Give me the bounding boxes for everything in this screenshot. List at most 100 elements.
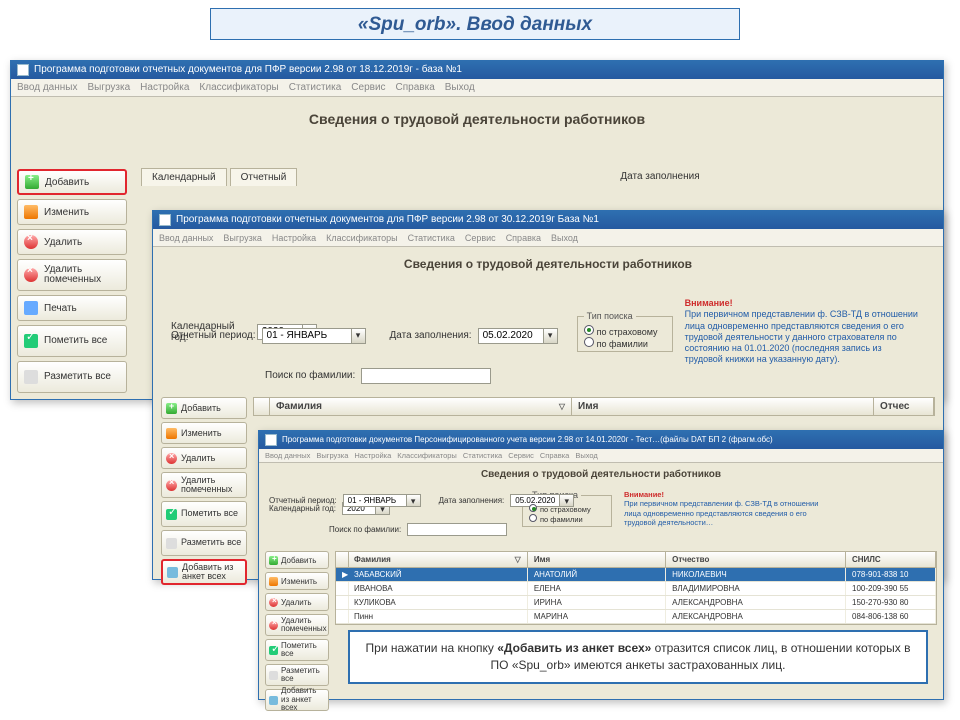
fill-date-select[interactable]: ▾ xyxy=(510,494,574,507)
menu-item[interactable]: Настройка xyxy=(272,233,316,243)
sort-icon: ▽ xyxy=(559,402,565,411)
col-patronymic[interactable]: Отчес xyxy=(880,401,909,412)
menu-item[interactable]: Справка xyxy=(396,82,435,93)
menu-item[interactable]: Выгрузка xyxy=(87,82,130,93)
grid-header: Фамилия▽ Имя Отчество СНИЛС xyxy=(335,551,937,568)
menu-item[interactable]: Ввод данных xyxy=(265,451,310,460)
mark-all-button[interactable]: Пометить все xyxy=(265,639,329,661)
delete-button[interactable]: Удалить xyxy=(161,447,247,469)
search-input[interactable] xyxy=(407,523,507,536)
menu-item[interactable]: Статистика xyxy=(289,82,342,93)
label: Пометить все xyxy=(44,336,107,347)
delete-button[interactable]: Удалить xyxy=(265,593,329,611)
table-row[interactable]: ИВАНОВАЕЛЕНАВЛАДИМИРОВНА100-209-390 55 xyxy=(336,582,936,596)
menu-item[interactable]: Сервис xyxy=(465,233,496,243)
fill-date-input[interactable] xyxy=(478,328,544,344)
grid-body[interactable]: ▶ЗАБАВСКИЙАНАТОЛИЙНИКОЛАЕВИЧ078-901-838 … xyxy=(335,568,937,625)
menu-item[interactable]: Выгрузка xyxy=(316,451,348,460)
menu-item[interactable]: Классификаторы xyxy=(199,82,278,93)
add-from-all-forms-button[interactable]: Добавить из анкет всех xyxy=(161,559,247,585)
radio-by-surname[interactable]: по фамилии xyxy=(584,337,666,349)
label: Удалить xyxy=(44,237,82,248)
period-select[interactable]: ▾ xyxy=(262,328,366,344)
col-patronymic[interactable]: Отчество xyxy=(672,555,709,564)
table-row[interactable]: ПиннМАРИНААЛЕКСАНДРОВНА084-806-138 60 xyxy=(336,610,936,624)
search-type-group: Тип поиска по страховому по фамилии xyxy=(577,311,673,352)
col-surname[interactable]: Фамилия xyxy=(354,555,391,564)
radio-by-snils[interactable]: по страховому xyxy=(584,325,666,337)
radio-icon xyxy=(584,337,594,347)
legend: Тип поиска xyxy=(584,311,636,321)
add-button[interactable]: Добавить xyxy=(265,551,329,569)
search-label: Поиск по фамилии: xyxy=(329,525,401,534)
menu-item[interactable]: Ввод данных xyxy=(17,82,77,93)
label: Пометить все xyxy=(181,509,238,518)
period-input[interactable] xyxy=(262,328,352,344)
unmark-all-button[interactable]: Разметить все xyxy=(265,664,329,686)
menu-item[interactable]: Выход xyxy=(551,233,578,243)
mark-all-button[interactable]: Пометить все xyxy=(17,325,127,357)
app-icon xyxy=(17,64,29,76)
menu-item[interactable]: Сервис xyxy=(508,451,534,460)
search-label: Поиск по фамилии: xyxy=(265,370,355,381)
chevron-down-icon[interactable]: ▾ xyxy=(407,494,421,507)
add-from-all-forms-button[interactable]: Добавить из анкет всех xyxy=(265,689,329,711)
menu-item[interactable]: Настройка xyxy=(140,82,189,93)
menubar[interactable]: Ввод данных Выгрузка Настройка Классифик… xyxy=(153,229,943,247)
pencil-icon xyxy=(269,577,278,586)
print-button[interactable]: Печать xyxy=(17,295,127,321)
chevron-down-icon[interactable]: ▾ xyxy=(560,494,574,507)
delete-button[interactable]: Удалить xyxy=(17,229,127,255)
add-button[interactable]: Добавить xyxy=(17,169,127,195)
tab-report[interactable]: Отчетный xyxy=(230,168,298,186)
menu-item[interactable]: Справка xyxy=(506,233,541,243)
label: Добавить из анкет всех xyxy=(281,687,325,712)
menu-item[interactable]: Сервис xyxy=(351,82,385,93)
delete-icon xyxy=(166,453,177,464)
edit-button[interactable]: Изменить xyxy=(161,422,247,444)
table-row[interactable]: КУЛИКОВАИРИНААЛЕКСАНДРОВНА150-270-930 80 xyxy=(336,596,936,610)
mark-all-button[interactable]: Пометить все xyxy=(161,501,247,527)
add-button[interactable]: Добавить xyxy=(161,397,247,419)
radio-by-surname[interactable]: по фамилии xyxy=(529,514,605,524)
section-heading: Сведения о трудовой деятельности работни… xyxy=(153,247,943,287)
menu-item[interactable]: Выход xyxy=(445,82,475,93)
col-name[interactable]: Имя xyxy=(534,555,550,564)
delete-marked-button[interactable]: Удалить помеченных xyxy=(161,472,247,498)
chevron-down-icon[interactable]: ▾ xyxy=(544,328,558,344)
menu-item[interactable]: Классификаторы xyxy=(397,451,457,460)
menubar[interactable]: Ввод данных Выгрузка Настройка Классифик… xyxy=(11,79,943,97)
grid-header: Фамилия ▽ Имя Отчес xyxy=(253,397,935,416)
unmark-all-button[interactable]: Разметить все xyxy=(17,361,127,393)
table-row[interactable]: ▶ЗАБАВСКИЙАНАТОЛИЙНИКОЛАЕВИЧ078-901-838 … xyxy=(336,568,936,582)
delete-marked-button[interactable]: Удалить помеченных xyxy=(265,614,329,636)
menu-item[interactable]: Справка xyxy=(540,451,569,460)
menu-item[interactable]: Выход xyxy=(575,451,597,460)
unmark-all-button[interactable]: Разметить все xyxy=(161,530,247,556)
delete-marked-button[interactable]: Удалить помеченных xyxy=(17,259,127,291)
menu-item[interactable]: Статистика xyxy=(408,233,455,243)
period-input[interactable] xyxy=(343,494,407,507)
section-heading: Сведения о трудовой деятельности работни… xyxy=(11,97,943,137)
menu-item[interactable]: Классификаторы xyxy=(326,233,397,243)
menubar[interactable]: Ввод данных Выгрузка Настройка Классифик… xyxy=(259,449,943,463)
col-snils[interactable]: СНИЛС xyxy=(852,555,881,564)
plus-icon xyxy=(269,556,278,565)
fill-date-select[interactable]: ▾ xyxy=(478,328,558,344)
app-icon xyxy=(159,214,171,226)
label: Удалить помеченных xyxy=(281,617,327,634)
col-surname[interactable]: Фамилия xyxy=(276,401,322,412)
label: Добавить xyxy=(281,556,316,565)
period-select[interactable]: ▾ xyxy=(343,494,421,507)
edit-button[interactable]: Изменить xyxy=(17,199,127,225)
menu-item[interactable]: Ввод данных xyxy=(159,233,213,243)
edit-button[interactable]: Изменить xyxy=(265,572,329,590)
chevron-down-icon[interactable]: ▾ xyxy=(352,328,366,344)
menu-item[interactable]: Выгрузка xyxy=(223,233,261,243)
tab-calendar[interactable]: Календарный xyxy=(141,168,227,186)
menu-item[interactable]: Статистика xyxy=(463,451,502,460)
slide-title: «Spu_orb». Ввод данных xyxy=(210,8,740,40)
menu-item[interactable]: Настройка xyxy=(354,451,391,460)
search-input[interactable] xyxy=(361,368,491,384)
col-name[interactable]: Имя xyxy=(578,401,598,412)
